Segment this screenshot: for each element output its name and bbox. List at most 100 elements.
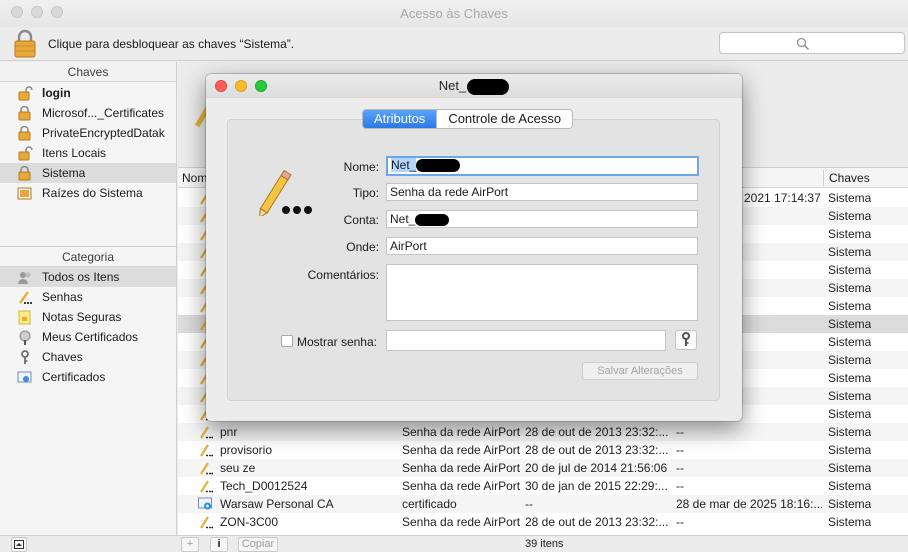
expires-cell: 28 de mar de 2025 18:16:...: [676, 497, 822, 511]
sidebar-item-senhas[interactable]: Senhas: [0, 287, 176, 307]
certificate-icon: [17, 371, 32, 383]
sidebar-item-label: Notas Seguras: [42, 310, 122, 324]
keychain-cell: Sistema: [828, 209, 872, 223]
sidebar-item-certificados[interactable]: Certificados: [0, 367, 176, 387]
status-bar: + i Copiar 39 itens: [0, 535, 908, 552]
expires-cell: --: [676, 515, 684, 529]
kind-cell: Senha da rede AirPort: [402, 425, 521, 439]
keychain-cell: Sistema: [828, 191, 872, 205]
tab-atributos[interactable]: Atributos: [363, 110, 437, 128]
key-icon: [21, 350, 29, 364]
nome-field[interactable]: Net_: [386, 156, 699, 176]
sidebar-item-microsoft-certificates[interactable]: Microsof..._Certificates: [0, 103, 176, 123]
pencil-icon: [200, 426, 213, 439]
lock-icon: [18, 166, 31, 181]
modified-cell: 20 de jul de 2014 21:56:06: [525, 461, 668, 475]
sidebar-item-itens-locais[interactable]: Itens Locais: [0, 143, 176, 163]
table-row[interactable]: seu ze Senha da rede AirPort 20 de jul de …: [178, 459, 908, 477]
keychain-cell: Sistema: [828, 371, 872, 385]
modified-cell: --: [525, 497, 533, 511]
lock-open-icon: [18, 86, 33, 101]
item-count: 39 itens: [525, 538, 564, 550]
tab-controle-de-acesso[interactable]: Controle de Acesso: [436, 110, 572, 128]
certificate-icon: [19, 330, 31, 345]
onde-label: Onde:: [346, 240, 379, 254]
table-row[interactable]: pnr Senha da rede AirPort 28 de out de 201…: [178, 423, 908, 441]
window-title: Acesso às Chaves: [400, 6, 508, 21]
column-keychain[interactable]: Chaves: [829, 171, 870, 185]
copy-button[interactable]: Copiar: [238, 537, 278, 552]
table-row[interactable]: Warsaw Personal CA certificado -- 28 de mar…: [178, 495, 908, 513]
keychain-access-window: Acesso às Chaves Clique para desbloquear…: [0, 0, 908, 552]
kind-cell: certificado: [402, 497, 457, 511]
tab-bar: Atributos Controle de Acesso: [362, 109, 574, 129]
kind-cell: Senha da rede AirPort: [402, 461, 521, 475]
add-button[interactable]: +: [181, 537, 199, 552]
dialog-title-bar: Net_: [206, 74, 742, 98]
keychain-key-button[interactable]: [675, 330, 697, 350]
pencil-icon: [200, 444, 213, 457]
sidebar-item-label: Meus Certificados: [42, 330, 139, 344]
sidebar-item-raizes-do-sistema[interactable]: Raízes do Sistema: [0, 183, 176, 203]
keychain-cell: Sistema: [828, 479, 872, 493]
sidebar-item-label: Raízes do Sistema: [42, 186, 143, 200]
conta-label: Conta:: [343, 213, 379, 227]
keychain-cell: Sistema: [828, 389, 872, 403]
pencil-icon: [18, 291, 32, 304]
keychain-cell: Sistema: [828, 281, 872, 295]
info-button[interactable]: i: [210, 537, 228, 552]
save-changes-button[interactable]: Salvar Alterações: [582, 362, 698, 380]
folder-icon: [17, 187, 32, 200]
sidebar-item-meus-certificados[interactable]: Meus Certificados: [0, 327, 176, 347]
table-row[interactable]: ZON-3C00 Senha da rede AirPort 28 de out d…: [178, 513, 908, 531]
zoom-button[interactable]: [51, 6, 63, 18]
onde-field[interactable]: AirPort: [386, 237, 698, 255]
search-icon: [796, 37, 810, 51]
sidebar-item-label: Chaves: [42, 350, 83, 364]
conta-field[interactable]: Net_: [386, 210, 698, 228]
date-cell: 2021 17:14:37: [744, 191, 821, 205]
dialog-minimize-button[interactable]: [235, 80, 247, 92]
sidebar-item-todos-os-itens[interactable]: Todos os Itens: [0, 267, 176, 287]
conta-value: Net_: [390, 212, 416, 226]
sidebar-item-label: PrivateEncryptedDatak: [42, 126, 165, 140]
sidebar-item-notas-seguras[interactable]: Notas Seguras: [0, 307, 176, 327]
search-input[interactable]: [812, 35, 900, 51]
keychain-cell: Sistema: [828, 227, 872, 241]
item-info-dialog: Net_ Atributos Controle de Acesso Nome: …: [206, 74, 742, 421]
sidebar: Chaves login Microsof..._Certificates Pr…: [0, 62, 177, 535]
unlock-hint[interactable]: Clique para desbloquear as chaves “Siste…: [48, 37, 294, 51]
search-box[interactable]: [719, 32, 905, 54]
tipo-field[interactable]: Senha da rede AirPort: [386, 183, 698, 201]
sidebar-toggle-button[interactable]: [11, 537, 27, 552]
sidebar-item-sistema[interactable]: Sistema: [0, 163, 176, 183]
password-field[interactable]: [386, 330, 666, 351]
keychain-cell: Sistema: [828, 515, 872, 529]
lock-open-icon: [18, 146, 33, 161]
name-cell: Warsaw Personal CA: [220, 497, 334, 511]
expires-cell: --: [676, 461, 684, 475]
keychain-cell: Sistema: [828, 425, 872, 439]
minimize-button[interactable]: [31, 6, 43, 18]
table-row[interactable]: provisorio Senha da rede AirPort 28 de out…: [178, 441, 908, 459]
key-icon: [682, 332, 690, 346]
mostrar-senha-label[interactable]: Mostrar senha:: [257, 335, 377, 349]
keychain-cell: Sistema: [828, 335, 872, 349]
close-button[interactable]: [11, 6, 23, 18]
sidebar-item-login[interactable]: login: [0, 83, 176, 103]
name-cell: pnr: [220, 425, 238, 439]
dialog-title: Net_: [438, 78, 467, 93]
sidebar-item-privateencrypteddatak[interactable]: PrivateEncryptedDatak: [0, 123, 176, 143]
lock-icon: [18, 106, 31, 121]
category-header: Categoria: [0, 247, 176, 267]
dialog-zoom-button[interactable]: [255, 80, 267, 92]
modified-cell: 30 de jan de 2015 22:29:...: [525, 479, 668, 493]
dialog-close-button[interactable]: [215, 80, 227, 92]
lock-icon[interactable]: [13, 29, 37, 59]
table-row[interactable]: Tech_D0012524 Senha da rede AirPort 30 de …: [178, 477, 908, 495]
sidebar-item-chaves[interactable]: Chaves: [0, 347, 176, 367]
sidebar-item-label: Sistema: [42, 166, 86, 180]
comentarios-field[interactable]: [386, 264, 698, 321]
keychains-header: Chaves: [0, 62, 176, 82]
sidebar-item-label: Certificados: [42, 370, 106, 384]
